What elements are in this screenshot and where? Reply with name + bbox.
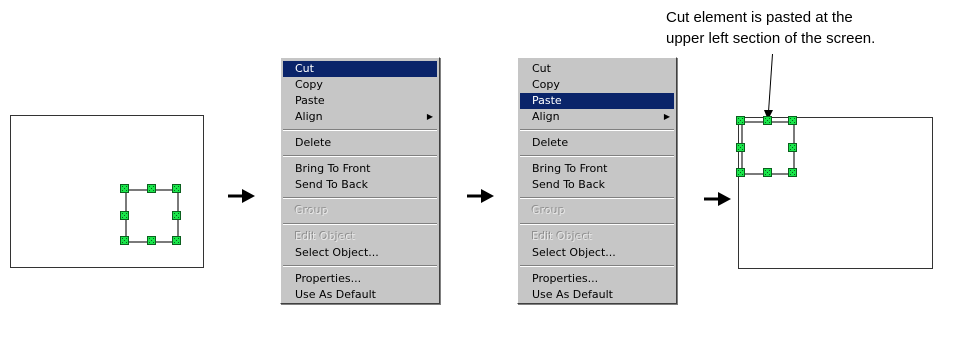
menu-item-edit-object: Edit Object	[295, 230, 356, 243]
context-menu-paste: Cut Copy Paste Align ▶ Delete Bring To F…	[517, 57, 677, 304]
menu-item-cut[interactable]: Cut	[283, 61, 437, 77]
menu-item-send-to-back[interactable]: Send To Back	[283, 177, 437, 193]
resize-handle[interactable]	[172, 184, 181, 193]
resize-handle[interactable]	[147, 184, 156, 193]
menu-separator	[520, 155, 674, 157]
menu-item-label: Align	[532, 110, 560, 123]
menu-item-delete[interactable]: Delete	[283, 135, 437, 151]
resize-handle[interactable]	[788, 168, 797, 177]
resize-handle[interactable]	[736, 168, 745, 177]
menu-item-copy[interactable]: Copy	[283, 77, 437, 93]
resize-handle[interactable]	[736, 143, 745, 152]
selected-element-before[interactable]	[120, 184, 181, 245]
menu-item-select-object[interactable]: Select Object...	[283, 245, 437, 261]
resize-handle[interactable]	[763, 168, 772, 177]
menu-item-send-to-back[interactable]: Send To Back	[520, 177, 674, 193]
menu-separator	[283, 223, 437, 225]
resize-handle[interactable]	[172, 236, 181, 245]
resize-handle[interactable]	[120, 184, 129, 193]
menu-item-paste[interactable]: Paste	[283, 93, 437, 109]
submenu-arrow-icon: ▶	[426, 112, 433, 121]
annotation-text: Cut element is pasted at the upper left …	[666, 7, 875, 49]
annotation-leader-line	[764, 54, 773, 120]
menu-separator	[283, 265, 437, 267]
menu-separator	[520, 223, 674, 225]
menu-item-bring-to-front[interactable]: Bring To Front	[520, 161, 674, 177]
resize-handle[interactable]	[172, 211, 181, 220]
menu-item-copy[interactable]: Copy	[520, 77, 674, 93]
menu-item-properties[interactable]: Properties...	[283, 271, 437, 287]
menu-item-group: Group	[295, 204, 329, 217]
menu-separator	[520, 197, 674, 199]
menu-item-group: Group	[532, 204, 566, 217]
menu-separator	[283, 197, 437, 199]
resize-handle[interactable]	[120, 211, 129, 220]
menu-item-align[interactable]: Align ▶	[283, 109, 437, 125]
menu-item-properties[interactable]: Properties...	[520, 271, 674, 287]
selected-element-after[interactable]	[736, 116, 797, 177]
menu-item-edit-object: Edit Object	[532, 230, 593, 243]
menu-item-paste[interactable]: Paste	[520, 93, 674, 109]
resize-handle[interactable]	[147, 236, 156, 245]
resize-handle[interactable]	[763, 116, 772, 125]
resize-handle[interactable]	[736, 116, 745, 125]
menu-item-use-as-default[interactable]: Use As Default	[283, 287, 437, 303]
submenu-arrow-icon: ▶	[663, 112, 670, 121]
right-arrow-icon	[467, 189, 494, 203]
menu-item-align[interactable]: Align ▶	[520, 109, 674, 125]
resize-handle[interactable]	[788, 116, 797, 125]
menu-separator	[520, 129, 674, 131]
menu-separator	[520, 265, 674, 267]
menu-separator	[283, 129, 437, 131]
right-arrow-icon	[704, 192, 731, 206]
right-arrow-icon	[228, 189, 255, 203]
menu-item-select-object[interactable]: Select Object...	[520, 245, 674, 261]
resize-handle[interactable]	[788, 143, 797, 152]
menu-item-use-as-default[interactable]: Use As Default	[520, 287, 674, 303]
menu-item-delete[interactable]: Delete	[520, 135, 674, 151]
annotation-line: upper left section of the screen.	[666, 30, 876, 47]
menu-item-label: Align	[295, 110, 323, 123]
menu-item-bring-to-front[interactable]: Bring To Front	[283, 161, 437, 177]
menu-item-cut[interactable]: Cut	[520, 61, 674, 77]
menu-separator	[283, 155, 437, 157]
annotation-line: Cut element is pasted at the	[666, 9, 853, 26]
resize-handle[interactable]	[120, 236, 129, 245]
context-menu-cut: Cut Copy Paste Align ▶ Delete Bring To F…	[280, 57, 440, 304]
